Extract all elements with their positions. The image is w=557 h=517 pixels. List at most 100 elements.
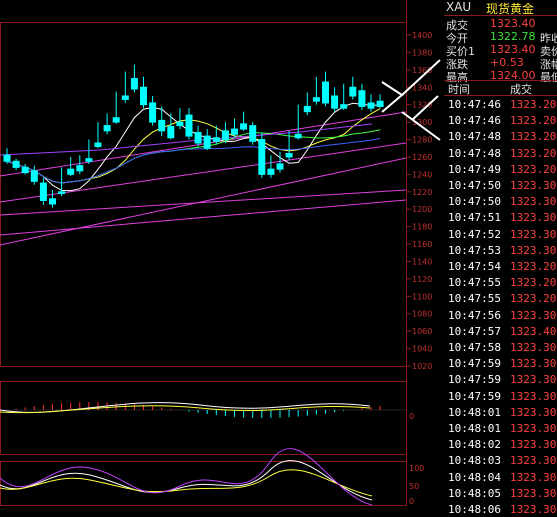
trend-line[interactable] [0,157,407,246]
candle-body [367,102,375,109]
trend-line[interactable] [0,199,407,236]
trend-line[interactable] [0,111,407,177]
candle[interactable] [30,165,38,185]
tick-row[interactable]: 10:47:50 1323.30 [444,193,557,209]
tick-row[interactable]: 10:47:53 1323.30 [444,242,557,258]
candle[interactable] [331,87,339,112]
tick-price: 1323.30 [510,308,557,322]
candle[interactable] [3,148,11,164]
candle-body [58,191,66,195]
candle[interactable] [294,104,302,140]
tick-row[interactable]: 10:48:05 1323.30 [444,485,557,501]
candle-body [158,119,166,132]
candle[interactable] [367,94,375,112]
candle[interactable] [249,122,257,145]
candle[interactable] [185,108,193,140]
candle[interactable] [49,190,56,208]
candle[interactable] [112,91,120,124]
macd-indicator[interactable] [0,402,406,418]
candle[interactable] [340,83,348,110]
tick-row[interactable]: 10:48:01 1323.30 [444,420,557,436]
candle-body [285,152,293,158]
tick-price: 1323.30 [510,195,557,209]
candle[interactable] [240,111,248,131]
tick-row[interactable]: 10:47:56 1323.30 [444,307,557,323]
tick-row[interactable]: 10:47:59 1323.30 [444,355,557,371]
candle[interactable] [140,76,147,109]
candle[interactable] [76,155,84,175]
candle[interactable] [221,122,229,144]
candle[interactable] [149,95,157,126]
tick-row[interactable]: 10:47:55 1323.20 [444,274,557,290]
tick-row[interactable]: 10:48:04 1323.30 [444,469,557,485]
candle[interactable] [258,132,266,178]
candle[interactable] [58,167,66,197]
price-axis-label: 1100 [412,292,432,301]
kdj-axis-label: 0 [409,497,414,506]
tick-row[interactable]: 10:47:49 1323.20 [444,161,557,177]
candlesticks[interactable] [3,64,384,208]
symbol-code: XAU [446,0,472,14]
candle[interactable] [94,122,102,149]
candle[interactable] [267,155,275,178]
candle[interactable] [130,64,138,93]
candle[interactable] [322,71,329,107]
tick-time: 10:47:51 [448,211,501,225]
tick-time: 10:47:55 [448,292,501,306]
macd-panel-border [0,381,407,455]
tick-row[interactable]: 10:48:02 1323.30 [444,436,557,452]
candle-body [49,198,56,205]
tick-row[interactable]: 10:47:57 1323.40 [444,323,557,339]
candle-body [267,168,275,175]
trend-lines[interactable] [0,111,407,246]
candle[interactable] [176,108,184,130]
candle[interactable] [376,94,384,109]
candle-body [185,114,193,137]
tick-row[interactable]: 10:47:59 1323.30 [444,371,557,387]
tick-row[interactable]: 10:47:58 1323.30 [444,339,557,355]
candle-body [176,121,184,127]
candle[interactable] [85,139,93,164]
tick-time: 10:47:49 [448,162,501,176]
tick-row[interactable]: 10:47:46 1323.20 [444,96,557,112]
candle[interactable] [12,158,20,171]
candle[interactable] [103,113,111,135]
candle[interactable] [303,92,311,116]
price-axis-label: 1140 [412,257,432,266]
price-axis-label: 1060 [412,327,432,336]
tick-row[interactable]: 10:47:52 1323.30 [444,226,557,242]
price-axis-label: 1260 [412,153,432,162]
tick-row[interactable]: 10:47:50 1323.30 [444,177,557,193]
candle[interactable] [349,76,357,100]
candle[interactable] [276,151,284,173]
candle[interactable] [203,129,211,150]
candle[interactable] [167,113,175,140]
tick-row[interactable]: 10:47:55 1323.20 [444,290,557,306]
tick-row[interactable]: 10:47:46 1323.20 [444,112,557,128]
tick-row[interactable]: 10:48:06 1323.30 [444,501,557,517]
tick-price: 1323.20 [510,276,557,290]
candle[interactable] [312,76,320,105]
candle-body [140,86,147,106]
tick-row[interactable]: 10:47:54 1323.20 [444,258,557,274]
candle[interactable] [358,83,366,110]
candle[interactable] [121,71,129,103]
tick-row[interactable]: 10:48:03 1323.30 [444,452,557,468]
kdj-indicator[interactable] [0,448,373,506]
candle[interactable] [67,156,75,177]
candle[interactable] [194,125,202,147]
candle-body [149,102,157,123]
tick-price: 1323.30 [510,179,557,192]
tick-row[interactable]: 10:47:59 1323.30 [444,388,557,404]
tick-row[interactable]: 10:47:51 1323.30 [444,209,557,225]
candle[interactable] [21,163,29,175]
candle-body [303,105,311,113]
tick-row[interactable]: 10:47:48 1323.20 [444,145,557,161]
tick-row[interactable]: 10:48:01 1323.30 [444,404,557,420]
candle-body [376,100,384,107]
candle[interactable] [39,177,47,205]
tick-price: 1323.30 [510,470,557,484]
tick-row[interactable]: 10:47:48 1323.20 [444,128,557,144]
candle-body [294,133,302,139]
tick-time: 10:47:50 [448,179,501,192]
